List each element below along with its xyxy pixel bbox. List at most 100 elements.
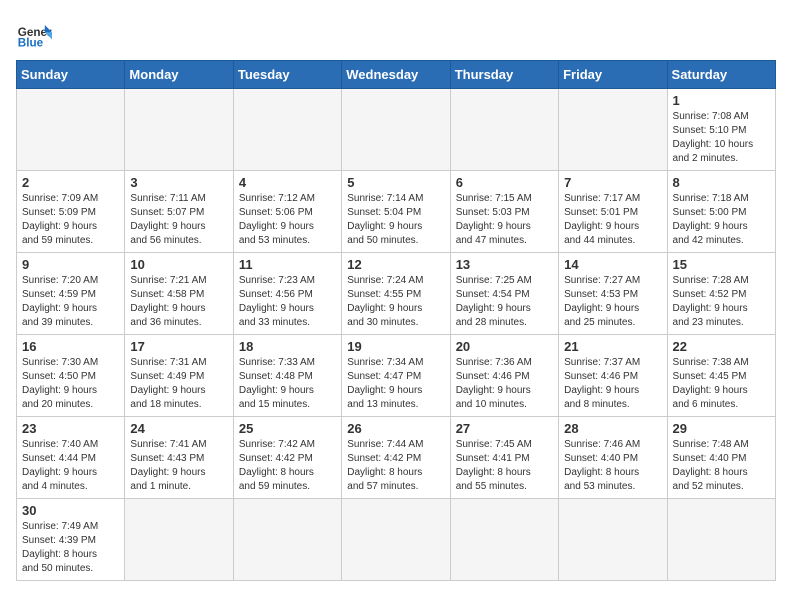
calendar-day-cell — [342, 89, 450, 171]
calendar-day-cell: 3Sunrise: 7:11 AMSunset: 5:07 PMDaylight… — [125, 171, 233, 253]
calendar-day-cell: 14 Sunrise: 7:27 AMSunset: 4:53 PMDayligh… — [559, 253, 667, 335]
day-header-friday: Friday — [559, 61, 667, 89]
calendar-week-row: 1 Sunrise: 7:08 AMSunset: 5:10 PMDaylight… — [17, 89, 776, 171]
day-info: Sunrise: 7:14 AMSunset: 5:04 PMDaylight:… — [347, 192, 444, 248]
calendar-day-cell: 28 Sunrise: 7:46 AMSunset: 4:40 PMDayligh… — [559, 417, 667, 499]
day-info: Sunrise: 7:44 AMSunset: 4:42 PMDaylight:… — [347, 438, 444, 494]
calendar-day-cell — [233, 89, 341, 171]
day-number: 5 — [347, 175, 444, 190]
day-info: Sunrise: 7:34 AMSunset: 4:47 PMDaylight:… — [347, 356, 444, 412]
logo-icon: General Blue — [16, 16, 52, 52]
calendar-week-row: 9Sunrise: 7:20 AMSunset: 4:59 PMDaylight… — [17, 253, 776, 335]
calendar-week-row: 30 Sunrise: 7:49 AMSunset: 4:39 PMDayligh… — [17, 499, 776, 581]
day-header-sunday: Sunday — [17, 61, 125, 89]
day-number: 16 — [22, 339, 119, 354]
calendar-day-cell: 20 Sunrise: 7:36 AMSunset: 4:46 PMDayligh… — [450, 335, 558, 417]
day-number: 21 — [564, 339, 661, 354]
day-number: 1 — [673, 93, 770, 108]
calendar-day-cell: 2Sunrise: 7:09 AMSunset: 5:09 PMDaylight… — [17, 171, 125, 253]
day-info: Sunrise: 7:48 AMSunset: 4:40 PMDaylight:… — [673, 438, 770, 494]
calendar-day-cell: 12Sunrise: 7:24 AMSunset: 4:55 PMDayligh… — [342, 253, 450, 335]
day-header-tuesday: Tuesday — [233, 61, 341, 89]
calendar-day-cell: 19 Sunrise: 7:34 AMSunset: 4:47 PMDayligh… — [342, 335, 450, 417]
day-header-wednesday: Wednesday — [342, 61, 450, 89]
day-info: Sunrise: 7:37 AMSunset: 4:46 PMDaylight:… — [564, 356, 661, 412]
day-number: 14 — [564, 257, 661, 272]
day-number: 12 — [347, 257, 444, 272]
day-number: 19 — [347, 339, 444, 354]
day-info: Sunrise: 7:38 AMSunset: 4:45 PMDaylight:… — [673, 356, 770, 412]
day-number: 20 — [456, 339, 553, 354]
day-info: Sunrise: 7:25 AMSunset: 4:54 PMDaylight:… — [456, 274, 553, 330]
day-info: Sunrise: 7:12 AMSunset: 5:06 PMDaylight:… — [239, 192, 336, 248]
day-number: 11 — [239, 257, 336, 272]
calendar-day-cell: 30 Sunrise: 7:49 AMSunset: 4:39 PMDayligh… — [17, 499, 125, 581]
day-info: Sunrise: 7:09 AMSunset: 5:09 PMDaylight:… — [22, 192, 119, 248]
calendar-day-cell: 9Sunrise: 7:20 AMSunset: 4:59 PMDaylight… — [17, 253, 125, 335]
day-info: Sunrise: 7:42 AMSunset: 4:42 PMDaylight:… — [239, 438, 336, 494]
calendar-day-cell — [667, 499, 775, 581]
day-info: Sunrise: 7:33 AMSunset: 4:48 PMDaylight:… — [239, 356, 336, 412]
day-info: Sunrise: 7:45 AMSunset: 4:41 PMDaylight:… — [456, 438, 553, 494]
day-number: 25 — [239, 421, 336, 436]
day-info: Sunrise: 7:15 AMSunset: 5:03 PMDaylight:… — [456, 192, 553, 248]
day-number: 27 — [456, 421, 553, 436]
calendar-day-cell — [559, 499, 667, 581]
day-number: 13 — [456, 257, 553, 272]
day-info: Sunrise: 7:28 AMSunset: 4:52 PMDaylight:… — [673, 274, 770, 330]
calendar-day-cell: 26Sunrise: 7:44 AMSunset: 4:42 PMDayligh… — [342, 417, 450, 499]
day-info: Sunrise: 7:08 AMSunset: 5:10 PMDaylight:… — [673, 110, 770, 166]
calendar-day-cell: 8 Sunrise: 7:18 AMSunset: 5:00 PMDaylight… — [667, 171, 775, 253]
calendar-day-cell: 4Sunrise: 7:12 AMSunset: 5:06 PMDaylight… — [233, 171, 341, 253]
day-number: 10 — [130, 257, 227, 272]
day-header-saturday: Saturday — [667, 61, 775, 89]
calendar-day-cell: 6 Sunrise: 7:15 AMSunset: 5:03 PMDaylight… — [450, 171, 558, 253]
calendar-day-cell — [17, 89, 125, 171]
calendar-day-cell: 13 Sunrise: 7:25 AMSunset: 4:54 PMDayligh… — [450, 253, 558, 335]
day-number: 30 — [22, 503, 119, 518]
calendar-day-cell: 21 Sunrise: 7:37 AMSunset: 4:46 PMDayligh… — [559, 335, 667, 417]
day-info: Sunrise: 7:40 AMSunset: 4:44 PMDaylight:… — [22, 438, 119, 494]
calendar-week-row: 16 Sunrise: 7:30 AMSunset: 4:50 PMDayligh… — [17, 335, 776, 417]
calendar-day-cell: 5 Sunrise: 7:14 AMSunset: 5:04 PMDaylight… — [342, 171, 450, 253]
calendar-week-row: 2Sunrise: 7:09 AMSunset: 5:09 PMDaylight… — [17, 171, 776, 253]
day-number: 24 — [130, 421, 227, 436]
day-info: Sunrise: 7:49 AMSunset: 4:39 PMDaylight:… — [22, 520, 119, 576]
calendar-day-cell: 22 Sunrise: 7:38 AMSunset: 4:45 PMDayligh… — [667, 335, 775, 417]
calendar-day-cell: 18 Sunrise: 7:33 AMSunset: 4:48 PMDayligh… — [233, 335, 341, 417]
day-number: 6 — [456, 175, 553, 190]
day-info: Sunrise: 7:46 AMSunset: 4:40 PMDaylight:… — [564, 438, 661, 494]
day-number: 29 — [673, 421, 770, 436]
calendar-day-cell: 10 Sunrise: 7:21 AMSunset: 4:58 PMDayligh… — [125, 253, 233, 335]
day-header-thursday: Thursday — [450, 61, 558, 89]
day-info: Sunrise: 7:30 AMSunset: 4:50 PMDaylight:… — [22, 356, 119, 412]
calendar-day-cell: 7 Sunrise: 7:17 AMSunset: 5:01 PMDaylight… — [559, 171, 667, 253]
day-number: 8 — [673, 175, 770, 190]
day-number: 7 — [564, 175, 661, 190]
day-info: Sunrise: 7:27 AMSunset: 4:53 PMDaylight:… — [564, 274, 661, 330]
day-number: 22 — [673, 339, 770, 354]
day-info: Sunrise: 7:23 AMSunset: 4:56 PMDaylight:… — [239, 274, 336, 330]
calendar-day-cell: 27 Sunrise: 7:45 AMSunset: 4:41 PMDayligh… — [450, 417, 558, 499]
calendar-day-cell: 17Sunrise: 7:31 AMSunset: 4:49 PMDayligh… — [125, 335, 233, 417]
calendar-day-cell: 16 Sunrise: 7:30 AMSunset: 4:50 PMDayligh… — [17, 335, 125, 417]
day-info: Sunrise: 7:18 AMSunset: 5:00 PMDaylight:… — [673, 192, 770, 248]
day-info: Sunrise: 7:17 AMSunset: 5:01 PMDaylight:… — [564, 192, 661, 248]
calendar-day-cell — [450, 499, 558, 581]
day-info: Sunrise: 7:36 AMSunset: 4:46 PMDaylight:… — [456, 356, 553, 412]
day-info: Sunrise: 7:21 AMSunset: 4:58 PMDaylight:… — [130, 274, 227, 330]
day-number: 23 — [22, 421, 119, 436]
day-number: 28 — [564, 421, 661, 436]
logo: General Blue — [16, 16, 52, 52]
calendar-day-cell: 29 Sunrise: 7:48 AMSunset: 4:40 PMDayligh… — [667, 417, 775, 499]
calendar-day-cell: 23 Sunrise: 7:40 AMSunset: 4:44 PMDayligh… — [17, 417, 125, 499]
calendar-day-cell — [342, 499, 450, 581]
calendar-day-cell: 1 Sunrise: 7:08 AMSunset: 5:10 PMDaylight… — [667, 89, 775, 171]
day-info: Sunrise: 7:41 AMSunset: 4:43 PMDaylight:… — [130, 438, 227, 494]
day-number: 18 — [239, 339, 336, 354]
calendar-week-row: 23 Sunrise: 7:40 AMSunset: 4:44 PMDayligh… — [17, 417, 776, 499]
calendar-day-cell — [559, 89, 667, 171]
calendar-day-cell — [125, 89, 233, 171]
svg-text:Blue: Blue — [18, 37, 44, 50]
calendar-day-cell — [233, 499, 341, 581]
